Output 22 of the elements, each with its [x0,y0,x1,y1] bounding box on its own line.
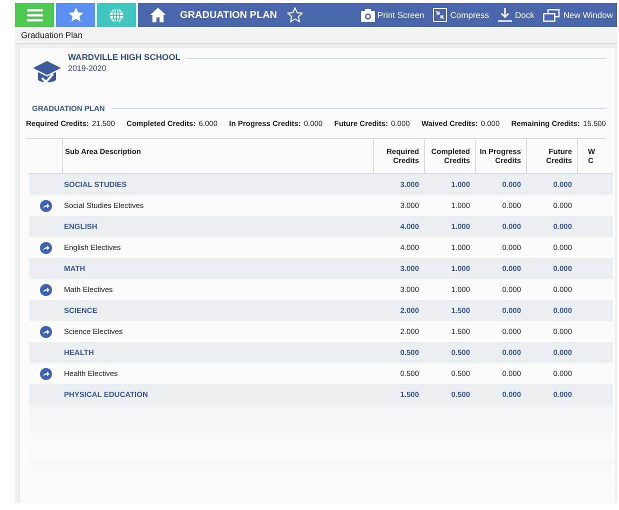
toolbar-button[interactable]: Print Screen [360,8,424,22]
favorites-button[interactable] [56,3,95,27]
toolbar-button[interactable]: New Window [543,8,613,22]
school-name: WARDVILLE HIGH SCHOOL [68,52,180,62]
redirect-icon[interactable] [40,326,52,338]
star-icon[interactable] [287,7,304,23]
windows-icon [543,8,560,22]
home-icon[interactable] [150,7,166,23]
download-icon [498,8,512,22]
redirect-icon[interactable] [40,200,52,212]
menu-icon [26,8,42,22]
compress-icon [433,8,448,22]
toolbar-button[interactable]: Dock [498,8,534,22]
globe-icon [109,8,124,22]
redirect-icon[interactable] [40,242,52,254]
toolbar-button[interactable]: Compress [433,8,490,22]
page-title: GRADUATION PLAN [180,10,278,20]
school-year: 2019-2020 [68,64,108,73]
camera-icon [360,8,374,22]
redirect-icon[interactable] [40,368,52,380]
star-icon [68,7,84,23]
redirect-icon[interactable] [40,284,52,296]
